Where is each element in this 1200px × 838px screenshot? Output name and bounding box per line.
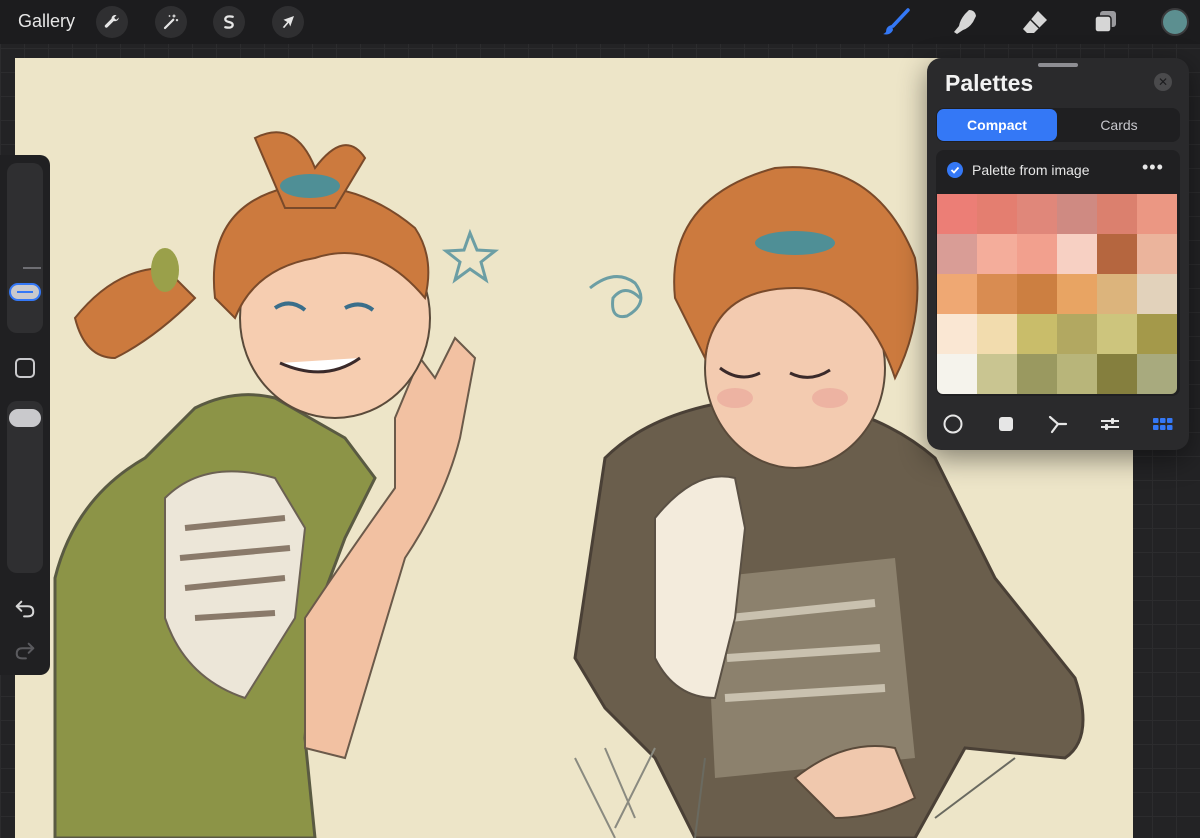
color-swatch[interactable] [937,234,977,274]
paint-tool-button[interactable] [880,6,912,38]
undo-icon [15,600,35,618]
transform-button[interactable] [272,6,304,38]
color-swatch[interactable] [1097,234,1137,274]
eraser-icon [1023,11,1047,33]
palettes-panel: Palettes ✕ Compact Cards Palette from im… [927,58,1189,450]
layers-icon [1094,11,1116,33]
color-panel-tabs [927,408,1189,440]
color-swatch[interactable] [1017,194,1057,234]
harmony-icon [1048,415,1068,434]
color-swatch[interactable] [977,314,1017,354]
color-swatch[interactable] [937,274,977,314]
color-swatch[interactable] [937,194,977,234]
tab-disc[interactable] [937,408,969,440]
checkmark-icon [950,166,960,174]
wrench-icon [104,15,119,28]
color-swatch[interactable] [1057,194,1097,234]
palette-view-toggle: Compact Cards [936,108,1180,142]
selection-s-icon [224,15,234,29]
color-swatch[interactable] [1097,274,1137,314]
color-swatch[interactable] [1057,314,1097,354]
tab-cards[interactable]: Cards [1059,109,1179,141]
palette-more-button[interactable]: ••• [1142,157,1164,178]
color-swatch[interactable] [1137,314,1177,354]
layers-button[interactable] [1089,6,1121,38]
arrow-cursor-icon [282,16,294,28]
grid-icon [1152,418,1173,430]
swatch-grid [937,194,1177,394]
color-swatch[interactable] [1137,234,1177,274]
redo-icon [15,642,35,660]
color-swatch[interactable] [1137,354,1177,394]
smudge-finger-icon [954,10,976,34]
color-swatch[interactable] [1137,194,1177,234]
color-swatch[interactable] [977,194,1017,234]
circle-outline-icon [943,414,963,434]
brush-size-handle[interactable] [9,283,41,301]
color-swatch[interactable] [1097,194,1137,234]
tab-harmony[interactable] [1042,408,1074,440]
selection-button[interactable] [213,6,245,38]
tab-palettes[interactable] [1147,408,1179,440]
color-swatch[interactable] [1057,354,1097,394]
modify-button[interactable] [15,358,35,378]
magic-wand-icon [163,14,179,30]
color-swatch[interactable] [977,354,1017,394]
redo-button[interactable] [13,639,37,663]
actions-button[interactable] [96,6,128,38]
top-toolbar: Gallery [0,0,1200,44]
smudge-tool-button[interactable] [949,6,981,38]
close-button[interactable]: ✕ [1154,73,1172,91]
current-color-button[interactable] [1161,8,1189,36]
color-swatch[interactable] [937,314,977,354]
palette-name[interactable]: Palette from image [972,162,1090,178]
sliders-icon [1101,418,1120,430]
default-palette-checkbox[interactable] [947,162,963,178]
undo-button[interactable] [13,597,37,621]
gallery-button[interactable]: Gallery [18,11,75,32]
tab-compact[interactable]: Compact [937,109,1057,141]
square-filled-icon [998,417,1013,431]
brush-opacity-handle[interactable] [9,409,41,427]
tab-value[interactable] [1094,408,1126,440]
panel-title: Palettes [945,70,1034,96]
brush-size-slider[interactable] [7,163,43,333]
size-slider-tick [23,267,41,269]
brush-icon [883,8,910,35]
color-swatch[interactable] [937,354,977,394]
panel-grabber[interactable] [1038,63,1078,67]
color-swatch[interactable] [1097,314,1137,354]
tab-classic[interactable] [990,408,1022,440]
palette-card: Palette from image ••• [936,150,1180,396]
adjustments-button[interactable] [155,6,187,38]
color-swatch[interactable] [1017,354,1057,394]
color-swatch[interactable] [1137,274,1177,314]
close-icon: ✕ [1157,75,1169,89]
brush-opacity-slider[interactable] [7,401,43,573]
color-swatch[interactable] [1017,274,1057,314]
eraser-tool-button[interactable] [1019,6,1051,38]
color-swatch[interactable] [1097,354,1137,394]
color-swatch[interactable] [1057,274,1097,314]
color-swatch[interactable] [977,274,1017,314]
color-swatch[interactable] [977,234,1017,274]
left-sidebar [0,155,50,675]
color-swatch[interactable] [1057,234,1097,274]
color-swatch[interactable] [1017,314,1057,354]
color-swatch[interactable] [1017,234,1057,274]
